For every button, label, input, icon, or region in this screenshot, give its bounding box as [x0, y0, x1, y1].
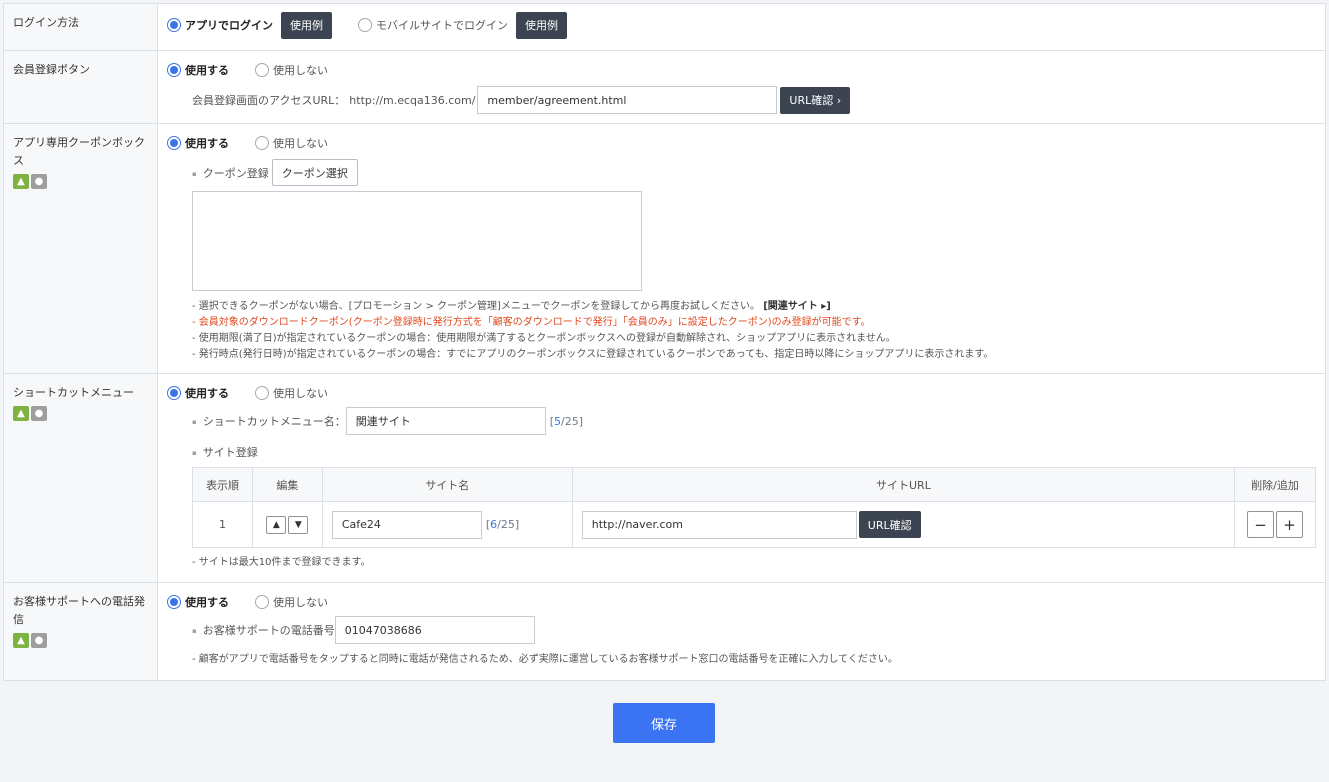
table-row: 1 ▲ ▼ Cafe24 [6/25] http://naver.com URL…	[192, 501, 1316, 548]
coupon-select-button[interactable]: クーポン選択	[271, 159, 358, 186]
member-button-row: 会員登録ボタン 使用する 使用しない 会員登録画面のアクセスURL： http:…	[4, 51, 1325, 124]
login-app-radio[interactable]: アプリでログイン	[167, 17, 273, 33]
shortcut-name-input[interactable]: 関連サイト	[345, 407, 546, 435]
member-not-use-radio[interactable]: 使用しない	[255, 62, 328, 78]
shortcut-use-radio[interactable]: 使用する	[167, 385, 229, 401]
coupon-not-use-radio[interactable]: 使用しない	[255, 135, 328, 151]
coupon-box-label: アプリ専用クーポンボックス	[13, 136, 145, 167]
site-name-counter: [6/25]	[485, 518, 520, 531]
member-button-label: 会員登録ボタン	[4, 51, 158, 123]
row-order: 1	[192, 501, 253, 548]
example-button-app[interactable]: 使用例	[281, 11, 332, 39]
add-row-button[interactable]: +	[1276, 511, 1304, 538]
coupon-box-row: アプリ専用クーポンボックス ▲ ● 使用する 使用しない クーポン登録 クーポン…	[4, 124, 1325, 374]
save-button[interactable]: 保存	[613, 703, 715, 743]
shortcut-name-label: ショートカットメニュー名：	[192, 413, 346, 429]
related-site-link[interactable]: [関連サイト ▸]	[763, 301, 831, 312]
phone-number-input[interactable]: 01047038686	[334, 616, 535, 644]
site-table: 表示順 編集 サイト名 サイトURL 削除/追加 1 ▲ ▼ Cafe24 [6…	[192, 467, 1316, 548]
login-method-label: ログイン方法	[4, 4, 158, 50]
minus-icon: −	[1254, 515, 1267, 534]
chevron-up-icon: ▲	[272, 519, 280, 530]
coupon-note-2: - 会員対象のダウンロードクーポン(クーポン登録時に発行方式を「顧客のダウンロー…	[192, 317, 871, 328]
site-register-label: サイト登録	[192, 444, 258, 460]
site-limit-note: - サイトは最大10件まで登録できます。	[192, 557, 371, 568]
settings-form: ログイン方法 アプリでログイン 使用例 モバイルサイトでログイン 使用例 会員登…	[3, 3, 1326, 681]
site-url-check-button[interactable]: URL確認	[858, 511, 921, 538]
access-url-input[interactable]: member/agreement.html	[477, 86, 778, 114]
apple-icon: ●	[31, 174, 47, 189]
access-url-prefix: http://m.ecqa136.com/	[349, 93, 476, 107]
col-delete-add: 削除/追加	[1234, 467, 1316, 502]
plus-icon: +	[1283, 515, 1296, 534]
chevron-down-icon: ▼	[294, 519, 302, 530]
coupon-note-1: - 選択できるクーポンがない場合、[プロモーション > クーポン管理]メニューで…	[192, 301, 761, 312]
example-button-mobile[interactable]: 使用例	[516, 11, 567, 39]
phone-label: お客様サポートへの電話発信	[13, 595, 145, 626]
coupon-list-box[interactable]	[192, 191, 642, 291]
android-icon: ▲	[13, 174, 29, 189]
android-icon: ▲	[13, 633, 29, 648]
android-icon: ▲	[13, 406, 29, 421]
coupon-note-4: - 発行時点(発行日時)が指定されているクーポンの場合：すでにアプリのクーポンボ…	[192, 349, 994, 360]
access-url-label: 会員登録画面のアクセスURL：	[192, 94, 346, 107]
phone-number-label: お客様サポートの電話番号	[192, 622, 335, 638]
move-up-button[interactable]: ▲	[266, 515, 287, 534]
phone-note: - 顧客がアプリで電話番号をタップすると同時に電話が発信されるため、必ず実際に運…	[192, 654, 898, 665]
coupon-use-radio[interactable]: 使用する	[167, 135, 229, 151]
coupon-note-3: - 使用期限(満了日)が指定されているクーポンの場合：使用期限が満了するとクーポ…	[192, 333, 896, 344]
remove-row-button[interactable]: −	[1247, 511, 1275, 538]
url-check-button[interactable]: URL確認 ›	[780, 86, 851, 114]
shortcut-not-use-radio[interactable]: 使用しない	[255, 385, 328, 401]
table-header-row: 表示順 編集 サイト名 サイトURL 削除/追加	[192, 467, 1316, 502]
phone-use-radio[interactable]: 使用する	[167, 594, 229, 610]
shortcut-row: ショートカットメニュー ▲ ● 使用する 使用しない ショートカットメニュー名：…	[4, 374, 1325, 583]
col-edit: 編集	[251, 467, 323, 502]
coupon-register-label: クーポン登録	[192, 165, 269, 181]
col-site-url: サイトURL	[571, 467, 1236, 502]
col-site-name: サイト名	[321, 467, 573, 502]
phone-row: お客様サポートへの電話発信 ▲ ● 使用する 使用しない お客様サポートの電話番…	[4, 583, 1325, 680]
shortcut-name-counter: [5/25]	[549, 414, 584, 428]
col-order: 表示順	[192, 467, 253, 502]
login-method-row: ログイン方法 アプリでログイン 使用例 モバイルサイトでログイン 使用例	[4, 4, 1325, 51]
apple-icon: ●	[31, 406, 47, 421]
apple-icon: ●	[31, 633, 47, 648]
member-use-radio[interactable]: 使用する	[167, 62, 229, 78]
site-url-input[interactable]: http://naver.com	[581, 510, 857, 539]
move-down-button[interactable]: ▼	[288, 515, 309, 534]
login-mobile-radio[interactable]: モバイルサイトでログイン	[358, 17, 508, 33]
phone-not-use-radio[interactable]: 使用しない	[255, 594, 328, 610]
shortcut-label: ショートカットメニュー	[13, 386, 134, 399]
site-name-input[interactable]: Cafe24	[331, 510, 482, 539]
